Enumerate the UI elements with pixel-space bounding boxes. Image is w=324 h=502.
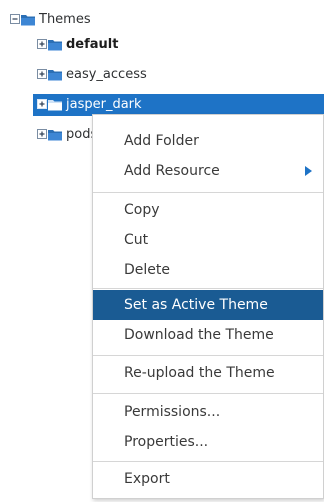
- menu-item-copy[interactable]: Copy: [93, 195, 323, 225]
- menu-item-cut[interactable]: Cut: [93, 225, 323, 255]
- tree-node-label: easy_access: [66, 67, 147, 82]
- expand-folder-icon[interactable]: [37, 98, 63, 112]
- menu-item-label: Export: [124, 471, 170, 487]
- menu-item-permissions[interactable]: Permissions...: [93, 397, 323, 427]
- expand-folder-icon[interactable]: [37, 68, 63, 82]
- menu-separator: [93, 192, 323, 193]
- menu-item-set-active-theme[interactable]: Set as Active Theme: [93, 290, 323, 320]
- tree-node-jasper-dark[interactable]: jasper_dark: [33, 94, 324, 116]
- menu-item-download-theme[interactable]: Download the Theme: [93, 320, 323, 350]
- expand-folder-icon[interactable]: [37, 38, 63, 52]
- menu-separator: [93, 461, 323, 462]
- menu-item-label: Delete: [124, 262, 170, 278]
- menu-item-delete[interactable]: Delete: [93, 255, 323, 285]
- expand-folder-icon[interactable]: [37, 128, 63, 142]
- menu-item-label: Properties...: [124, 434, 209, 450]
- menu-item-label: Add Folder: [124, 133, 199, 149]
- menu-item-label: Re-upload the Theme: [124, 365, 275, 381]
- menu-item-add-resource[interactable]: Add Resource: [93, 156, 323, 186]
- tree-node-pods[interactable]: pods: [37, 124, 97, 146]
- menu-item-label: Copy: [124, 202, 160, 218]
- menu-item-label: Set as Active Theme: [124, 297, 268, 313]
- menu-item-export[interactable]: Export: [93, 464, 323, 494]
- tree-node-themes[interactable]: Themes: [10, 9, 210, 31]
- tree-node-label: Themes: [39, 12, 91, 27]
- menu-separator: [93, 355, 323, 356]
- menu-item-label: Permissions...: [124, 404, 221, 420]
- menu-separator: [93, 288, 323, 289]
- menu-item-add-folder[interactable]: Add Folder: [93, 126, 323, 156]
- menu-item-label: Download the Theme: [124, 327, 274, 343]
- tree-node-default[interactable]: default: [37, 34, 237, 56]
- menu-separator: [93, 393, 323, 394]
- tree-node-label: default: [66, 37, 119, 52]
- tree-node-label: jasper_dark: [66, 97, 142, 112]
- submenu-arrow-icon: [305, 166, 312, 176]
- menu-item-reupload-theme[interactable]: Re-upload the Theme: [93, 358, 323, 388]
- context-menu: Add Folder Add Resource Copy Cut Delete …: [92, 114, 324, 499]
- tree-node-easy-access[interactable]: easy_access: [37, 64, 237, 86]
- collapse-folder-icon[interactable]: [10, 13, 36, 27]
- menu-item-label: Cut: [124, 232, 149, 248]
- menu-item-label: Add Resource: [124, 163, 220, 179]
- menu-item-properties[interactable]: Properties...: [93, 427, 323, 457]
